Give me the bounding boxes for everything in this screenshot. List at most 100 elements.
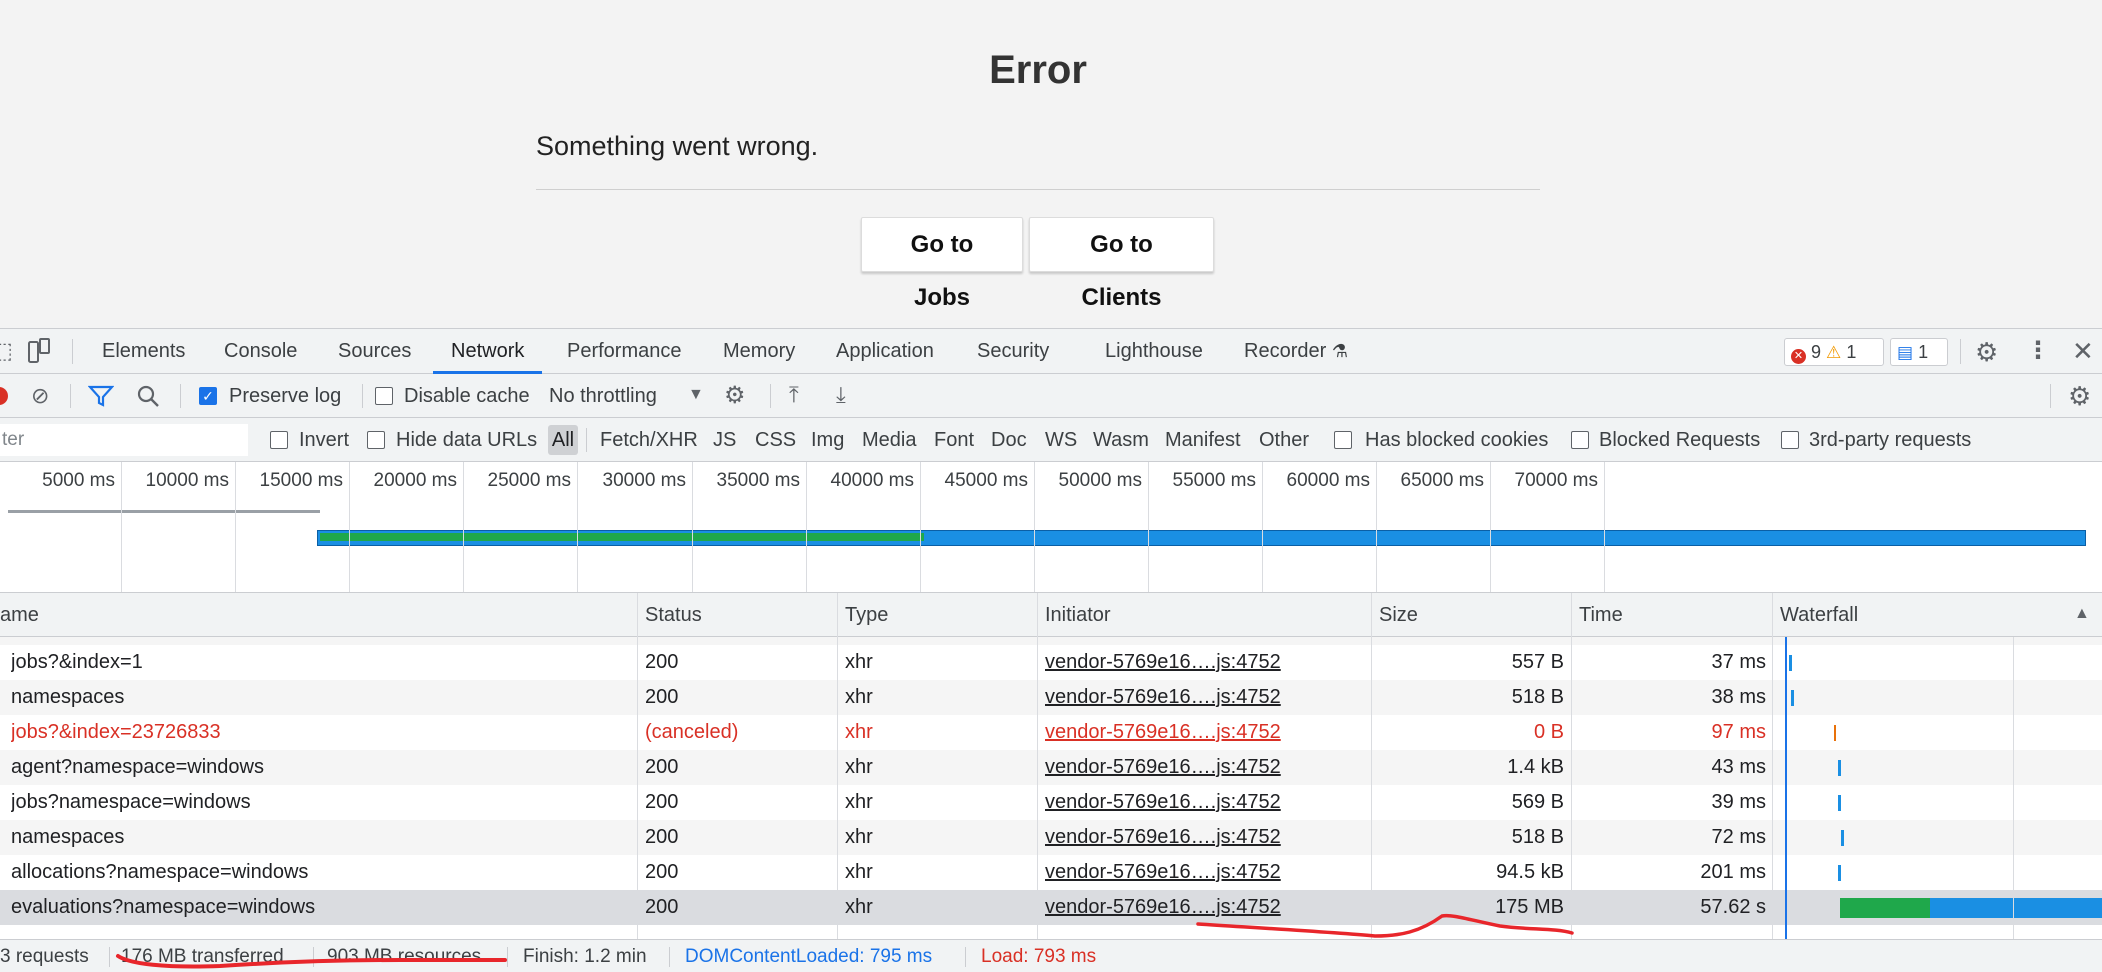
more-options-icon[interactable]: ⋮ [2026,339,2050,363]
tab-network[interactable]: Network [433,329,543,374]
column-separator[interactable] [1037,593,1038,939]
cell-initiator[interactable]: vendor-5769e16….js:4752 [1045,680,1365,715]
tab-lighthouse[interactable]: Lighthouse [1105,329,1203,374]
cell-status: 200 [645,861,679,883]
record-icon[interactable] [0,387,8,405]
cell-name[interactable]: jobs?namespace=windows [11,785,631,820]
tab-memory[interactable]: Memory [723,329,795,374]
search-icon[interactable] [136,384,160,412]
tab-sources[interactable]: Sources [338,329,411,374]
column-separator[interactable] [1571,593,1572,939]
go-to-clients-button[interactable]: Go to Clients [1029,217,1214,311]
tab-recorder[interactable]: Recorder ⚗ [1244,329,1348,374]
third-party-label: 3rd-party requests [1809,429,1972,451]
separator [109,947,110,967]
type-filter-js[interactable]: JS [713,418,736,462]
cell-name[interactable]: agent?namespace=windows [11,750,631,785]
preserve-log-checkbox[interactable]: ✓ [199,387,217,405]
type-filter-ws[interactable]: WS [1045,418,1077,462]
timeline-overview[interactable]: 5000 ms 10000 ms 15000 ms 20000 ms 25000 ms 3… [0,462,2102,593]
column-waterfall[interactable]: Waterfall [1780,593,1858,637]
sort-ascending-icon[interactable]: ▲ [2074,606,2090,622]
column-separator[interactable] [1772,593,1773,939]
type-filter-media[interactable]: Media [862,418,916,462]
network-conditions-icon[interactable]: ⚙ [724,384,746,408]
tab-console[interactable]: Console [224,329,297,374]
summary-dom-content-loaded: DOMContentLoaded: 795 ms [685,946,933,967]
waterfall-gridline [2013,637,2014,939]
cell-initiator[interactable]: vendor-5769e16….js:4752 [1045,820,1365,855]
summary-load: Load: 793 ms [981,946,1097,967]
has-blocked-cookies-checkbox[interactable] [1334,431,1352,449]
type-filter-all[interactable]: All [548,425,578,455]
type-filter-other[interactable]: Other [1259,418,1309,462]
cell-initiator[interactable]: vendor-5769e16….js:4752 [1045,890,1365,925]
cell-name[interactable]: evaluations?namespace=windows [11,890,631,925]
go-to-jobs-button[interactable]: Go to Jobs [861,217,1023,311]
throttling-select[interactable]: No throttling [549,374,657,418]
cell-initiator[interactable]: vendor-5769e16….js:4752 [1045,855,1365,890]
column-status[interactable]: Status [645,593,702,637]
column-separator[interactable] [837,593,838,939]
cell-name[interactable]: namespaces [11,820,631,855]
cell-size: 175 MB [1495,896,1564,918]
export-har-icon[interactable]: ⤓ [836,384,846,406]
error-icon: ✕ [1791,349,1806,364]
third-party-checkbox[interactable] [1781,431,1799,449]
waterfall-bar [1838,760,1841,776]
close-icon[interactable]: ✕ [2072,338,2094,364]
disable-cache-checkbox[interactable] [375,387,393,405]
type-filter-css[interactable]: CSS [755,418,796,462]
column-time[interactable]: Time [1579,593,1623,637]
clear-icon[interactable]: ⊘ [31,385,49,407]
requests-table-header: ame Status Type Initiator Size Time Wate… [0,593,2102,637]
column-size[interactable]: Size [1379,593,1418,637]
tab-elements[interactable]: Elements [102,329,185,374]
column-name[interactable]: ame [0,593,39,637]
inspect-element-icon[interactable]: ⬚ [0,340,13,362]
error-page: Error Something went wrong. Go to Jobs G… [0,0,2102,328]
separator [770,384,771,408]
network-settings-icon[interactable]: ⚙ [2068,383,2091,409]
timeline-tick-label: 70000 ms [1514,470,1598,491]
cell-type: xhr [845,651,873,673]
cell-initiator[interactable]: vendor-5769e16….js:4752 [1045,750,1365,785]
chevron-down-icon[interactable]: ▼ [688,387,704,403]
cell-initiator[interactable]: vendor-5769e16….js:4752 [1045,785,1365,820]
cell-name[interactable]: allocations?namespace=windows [11,855,631,890]
type-filter-font[interactable]: Font [934,418,974,462]
messages-counter[interactable]: ▤ 1 [1890,338,1948,366]
invert-checkbox[interactable] [270,431,288,449]
cell-size: 94.5 kB [1496,861,1564,883]
cell-type: xhr [845,721,873,743]
settings-gear-icon[interactable]: ⚙ [1975,339,1998,365]
type-filter-manifest[interactable]: Manifest [1165,418,1241,462]
cell-initiator[interactable]: vendor-5769e16….js:4752 [1045,645,1365,680]
cell-time: 39 ms [1711,791,1766,813]
type-filter-doc[interactable]: Doc [991,418,1027,462]
cell-name[interactable]: namespaces [11,680,631,715]
cell-initiator[interactable]: vendor-5769e16….js:4752 [1045,715,1365,750]
type-filter-wasm[interactable]: Wasm [1093,418,1149,462]
error-message: Something went wrong. [536,131,819,161]
tab-security[interactable]: Security [977,329,1049,374]
separator [2050,384,2051,408]
tab-application[interactable]: Application [836,329,934,374]
import-har-icon[interactable]: ⤒ [789,384,799,406]
column-separator[interactable] [637,593,638,939]
filter-icon[interactable] [87,384,115,412]
issues-counter[interactable]: ✕ 9 ⚠ 1 [1784,338,1884,366]
cell-name[interactable]: jobs?&index=1 [11,645,631,680]
hide-data-urls-checkbox[interactable] [367,431,385,449]
column-separator[interactable] [1371,593,1372,939]
column-type[interactable]: Type [845,593,888,637]
tab-performance[interactable]: Performance [567,329,682,374]
device-toolbar-icon[interactable] [28,338,50,368]
separator [70,384,71,408]
filter-input[interactable] [0,424,248,456]
blocked-requests-checkbox[interactable] [1571,431,1589,449]
column-initiator[interactable]: Initiator [1045,593,1111,637]
type-filter-img[interactable]: Img [811,418,844,462]
cell-name[interactable]: jobs?&index=23726833 [11,715,631,750]
type-filter-fetch-xhr[interactable]: Fetch/XHR [600,418,698,462]
